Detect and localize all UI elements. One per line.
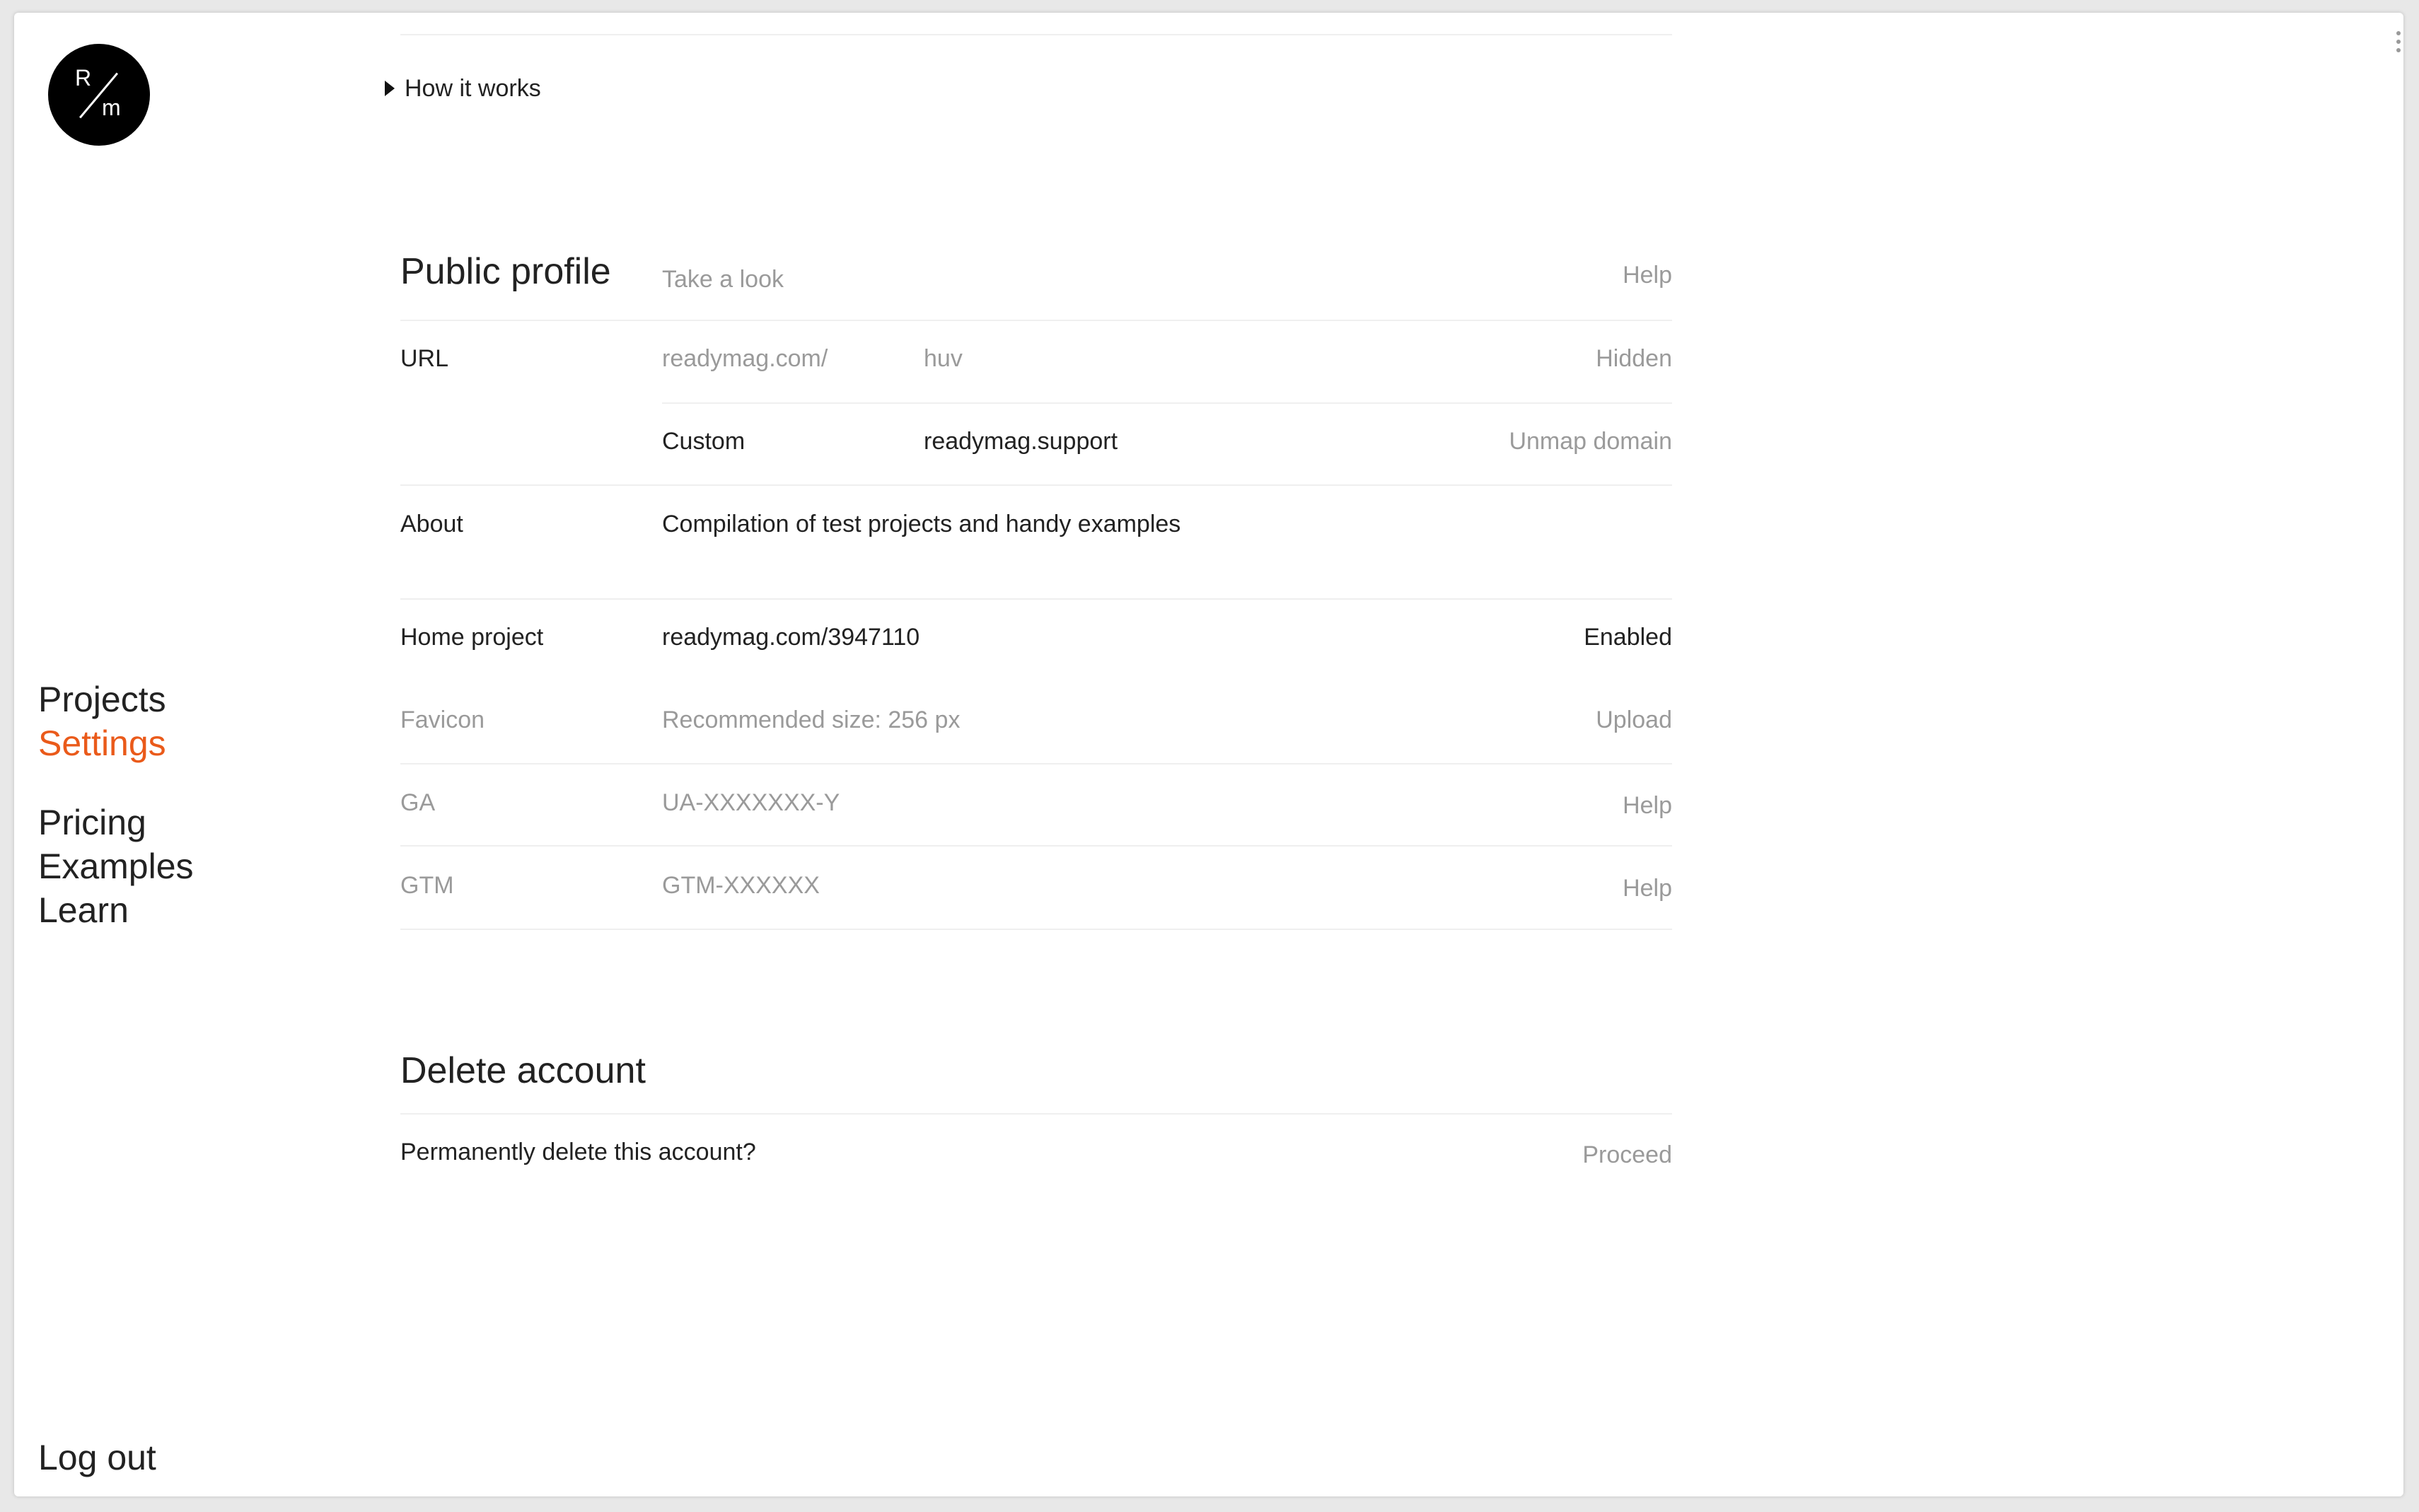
delete-account-title: Delete account — [400, 1050, 646, 1091]
browser-window: R m Projects Settings Pricing Examples L… — [14, 13, 2403, 1496]
ga-label: GA — [400, 789, 436, 816]
about-textarea[interactable]: Compilation of test projects and handy e… — [662, 511, 1181, 538]
logo-letter-r: R — [75, 65, 92, 91]
unmap-domain-link[interactable]: Unmap domain — [1509, 428, 1672, 455]
favicon-label: Favicon — [400, 706, 485, 733]
custom-label: Custom — [662, 428, 746, 455]
favicon-hint: Recommended size: 256 px — [662, 706, 961, 733]
url-domain-prefix: readymag.com/ — [662, 345, 828, 372]
ga-input[interactable]: UA-XXXXXXX-Y — [662, 789, 840, 817]
more-options-icon[interactable] — [2395, 31, 2402, 59]
secondary-nav: Pricing Examples Learn — [38, 801, 194, 932]
readymag-logo[interactable]: R m — [48, 44, 150, 146]
logout-nav: Log out — [38, 1436, 156, 1479]
url-label: URL — [400, 345, 449, 372]
divider — [400, 763, 1672, 764]
public-profile-title: Public profile — [400, 251, 611, 292]
divider — [400, 845, 1672, 847]
delete-account-question: Permanently delete this account? — [400, 1139, 756, 1165]
nav-projects[interactable]: Projects — [38, 678, 166, 721]
divider — [662, 402, 1672, 404]
nav-settings[interactable]: Settings — [38, 721, 166, 765]
nav-pricing[interactable]: Pricing — [38, 801, 194, 844]
how-it-works-label: How it works — [405, 75, 541, 102]
nav-examples[interactable]: Examples — [38, 844, 194, 888]
divider — [400, 484, 1672, 486]
ga-help-link[interactable]: Help — [1623, 792, 1672, 820]
delete-account-header: Delete account — [400, 1049, 1672, 1106]
disclosure-triangle-icon — [385, 81, 395, 97]
logo-letter-m: m — [102, 95, 121, 120]
custom-domain-value[interactable]: readymag.support — [924, 428, 1118, 455]
favicon-upload-button[interactable]: Upload — [1596, 706, 1672, 734]
home-project-toggle[interactable]: Enabled — [1584, 624, 1672, 651]
nav-learn[interactable]: Learn — [38, 888, 194, 932]
about-label: About — [400, 511, 463, 537]
divider — [400, 320, 1672, 321]
home-project-input[interactable]: readymag.com/3947110 — [662, 624, 920, 651]
primary-nav: Projects Settings — [38, 678, 166, 765]
home-project-label: Home project — [400, 624, 544, 651]
divider — [400, 34, 1672, 35]
url-slug-input[interactable]: huv — [924, 345, 963, 373]
gtm-label: GTM — [400, 872, 454, 899]
divider — [400, 929, 1672, 930]
public-profile-header: Public profile Take a look Help — [400, 246, 1672, 303]
public-profile-help-link[interactable]: Help — [1623, 262, 1672, 289]
gtm-help-link[interactable]: Help — [1623, 875, 1672, 902]
proceed-delete-button[interactable]: Proceed — [1582, 1141, 1672, 1169]
logout-button[interactable]: Log out — [38, 1436, 156, 1479]
take-a-look-link[interactable]: Take a look — [662, 266, 784, 293]
divider — [400, 1113, 1672, 1115]
divider — [400, 598, 1672, 600]
url-visibility-toggle[interactable]: Hidden — [1596, 345, 1672, 373]
how-it-works-toggle[interactable]: How it works — [385, 75, 541, 103]
gtm-input[interactable]: GTM-XXXXXX — [662, 872, 820, 900]
